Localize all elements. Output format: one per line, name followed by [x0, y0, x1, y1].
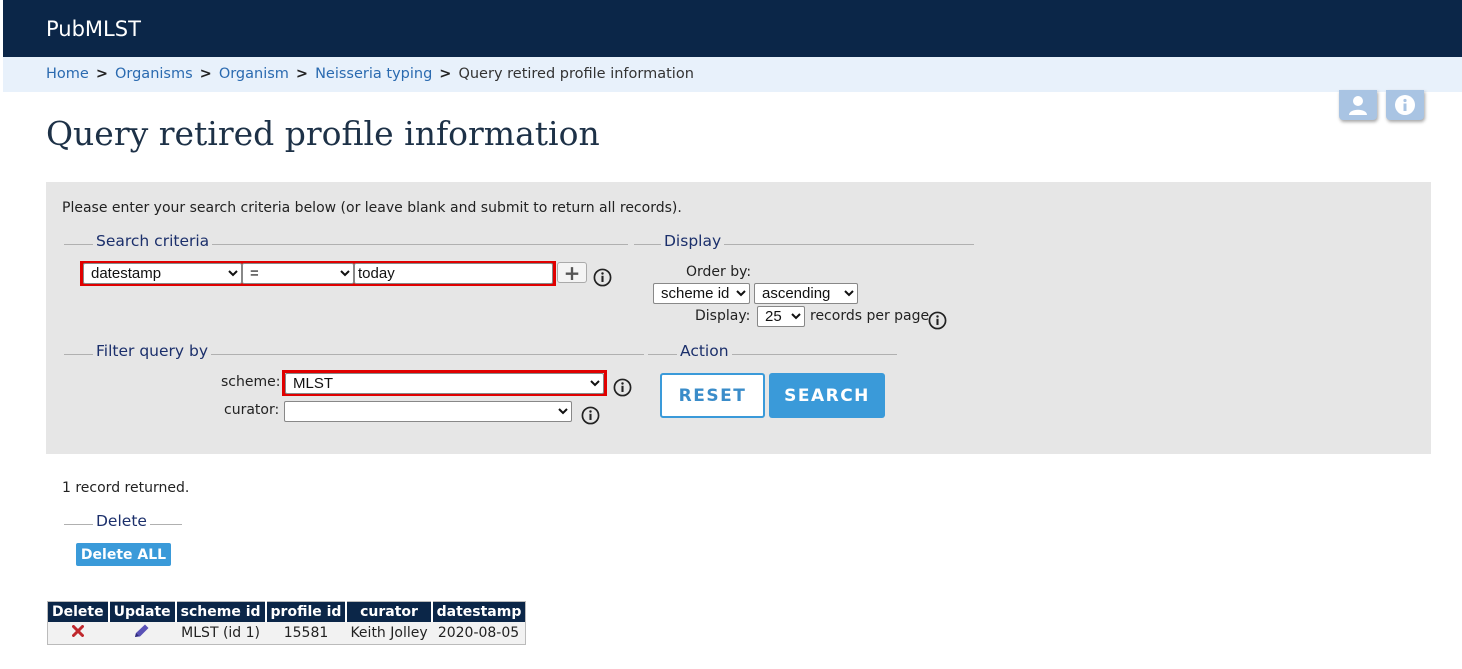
intro-text: Please enter your search criteria below …: [62, 200, 682, 216]
column-header[interactable]: Update: [108, 601, 177, 622]
breadcrumb-bar: Home > Organisms > Organism > Neisseria typing…: [3, 57, 1462, 92]
search-term-input[interactable]: [354, 263, 553, 284]
filter-legend: Filter query by: [93, 342, 211, 360]
datestamp-cell: 2020-08-05: [431, 622, 526, 645]
display-label: Display:: [695, 308, 751, 324]
search-criteria-legend: Search criteria: [93, 232, 213, 250]
breadcrumb-home[interactable]: Home: [46, 66, 89, 82]
column-header[interactable]: Delete: [47, 601, 110, 622]
breadcrumb: Home > Organisms > Organism > Neisseria typing…: [46, 66, 694, 82]
add-criterion-button[interactable]: +: [557, 262, 587, 283]
table-header-row: Delete Update scheme id profile id curat…: [47, 601, 526, 622]
table-row: MLST (id 1) 15581 Keith Jolley 2020-08-0…: [47, 622, 526, 645]
column-header[interactable]: profile id: [265, 601, 348, 622]
column-header[interactable]: curator: [346, 601, 433, 622]
sort-direction-select[interactable]: ascending: [754, 283, 858, 304]
delete-cell[interactable]: [47, 622, 109, 645]
plus-icon: +: [563, 260, 581, 285]
order-by-label: Order by:: [686, 264, 752, 280]
info-icon[interactable]: [928, 311, 947, 330]
curator-select[interactable]: [284, 401, 572, 422]
scheme-select[interactable]: MLST: [285, 373, 604, 394]
delete-legend: Delete: [93, 512, 150, 530]
column-header[interactable]: datestamp: [431, 601, 526, 622]
breadcrumb-separator: >: [95, 66, 108, 82]
scheme-id-cell: MLST (id 1): [175, 622, 266, 645]
breadcrumb-organisms[interactable]: Organisms: [115, 66, 193, 82]
display-legend: Display: [661, 232, 725, 250]
records-returned-text: 1 record returned.: [62, 480, 190, 496]
search-button[interactable]: SEARCH: [769, 373, 885, 418]
update-cell[interactable]: [108, 622, 176, 645]
breadcrumb-organism[interactable]: Organism: [219, 66, 289, 82]
breadcrumb-separator: >: [439, 66, 452, 82]
page-title: Query retired profile information: [46, 114, 600, 153]
order-by-select[interactable]: scheme id: [653, 283, 750, 304]
breadcrumb-separator: >: [199, 66, 212, 82]
info-icon[interactable]: [593, 268, 612, 287]
delete-all-button[interactable]: Delete ALL: [76, 543, 171, 566]
site-title[interactable]: PubMLST: [46, 17, 141, 41]
info-icon: [1395, 95, 1415, 115]
query-form: Please enter your search criteria below …: [46, 182, 1431, 454]
curator-label: curator:: [224, 402, 280, 418]
scheme-label: scheme:: [221, 374, 281, 390]
top-bar: PubMLST: [3, 0, 1462, 57]
user-icon: [1349, 96, 1367, 115]
breadcrumb-current: Query retired profile information: [458, 66, 694, 82]
reset-button[interactable]: RESET: [660, 373, 765, 418]
info-icon[interactable]: [581, 406, 600, 425]
records-per-page-select[interactable]: 25: [757, 306, 805, 327]
results-table: Delete Update scheme id profile id curat…: [47, 601, 527, 645]
operator-select[interactable]: =: [242, 263, 354, 284]
info-icon[interactable]: [613, 378, 632, 397]
breadcrumb-neisseria-typing[interactable]: Neisseria typing: [315, 66, 432, 82]
profile-id-cell[interactable]: 15581: [265, 622, 347, 645]
edit-icon[interactable]: [133, 623, 151, 639]
search-field-select[interactable]: datestamp: [83, 263, 242, 284]
records-per-page-label: records per page: [810, 308, 930, 324]
action-legend: Action: [677, 342, 732, 360]
delete-icon[interactable]: [72, 625, 85, 637]
column-header[interactable]: scheme id: [175, 601, 267, 622]
breadcrumb-separator: >: [295, 66, 309, 82]
curator-cell: Keith Jolley: [346, 622, 432, 645]
user-button[interactable]: [1339, 90, 1377, 120]
info-button[interactable]: [1386, 90, 1424, 120]
